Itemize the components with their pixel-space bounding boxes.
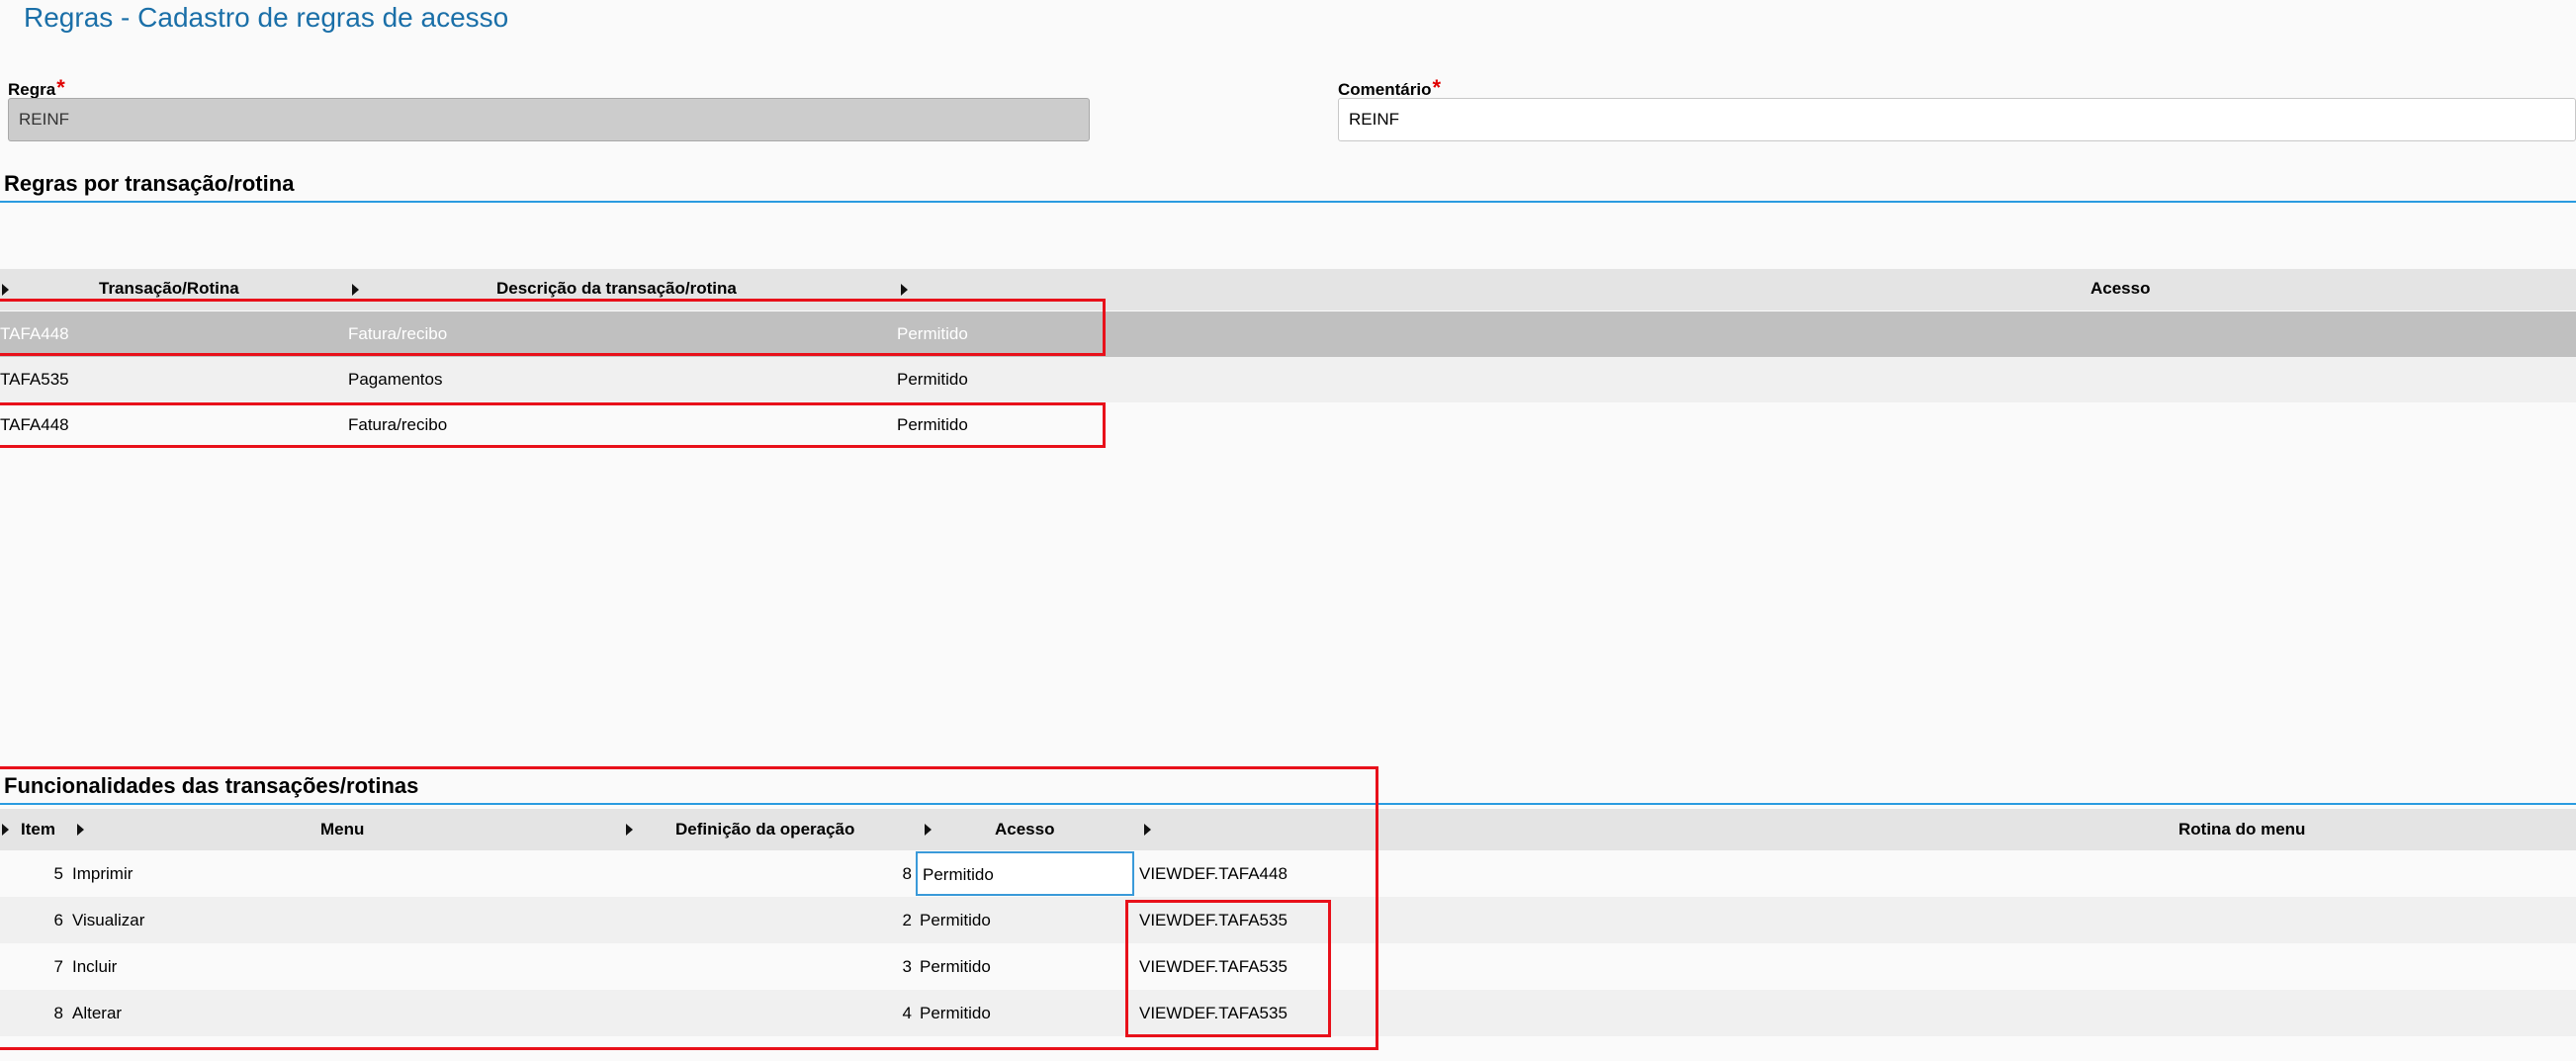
col-rotina[interactable]: Rotina do menu bbox=[2178, 820, 2305, 840]
rules-section-title: Regras por transação/rotina bbox=[4, 171, 295, 196]
func-grid-header: Item Menu Definição da operação Acesso R… bbox=[0, 809, 2576, 850]
required-mark: * bbox=[1432, 75, 1442, 100]
col-acesso[interactable]: Acesso bbox=[2090, 279, 2150, 299]
cell-transacao: TAFA535 bbox=[0, 370, 69, 389]
sort-arrow-icon[interactable] bbox=[2, 824, 9, 836]
func-section-title: Funcionalidades das transações/rotinas bbox=[4, 773, 419, 798]
func-section-divider bbox=[0, 803, 2576, 805]
cell-descricao: Fatura/recibo bbox=[348, 415, 448, 434]
cell-definicao: 3 bbox=[902, 957, 912, 976]
table-row[interactable]: TAFA448 Fatura/recibo Permitido bbox=[0, 311, 2576, 357]
cell-rotina: VIEWDEF.TAFA535 bbox=[1139, 911, 1288, 929]
cell-definicao: 4 bbox=[902, 1004, 912, 1022]
col-item[interactable]: Item bbox=[21, 820, 55, 840]
cell-acesso: Permitido bbox=[897, 415, 968, 434]
cell-item: 7 bbox=[53, 957, 63, 976]
sort-arrow-icon[interactable] bbox=[352, 284, 359, 296]
acesso-cell-editor[interactable]: Permitido bbox=[916, 851, 1134, 896]
rules-section-divider bbox=[0, 201, 2576, 203]
cell-menu: Visualizar bbox=[72, 911, 145, 929]
cell-item: 5 bbox=[53, 864, 63, 883]
sort-arrow-icon[interactable] bbox=[1144, 824, 1151, 836]
sort-arrow-icon[interactable] bbox=[2, 284, 9, 296]
table-row[interactable]: TAFA535 Pagamentos Permitido bbox=[0, 357, 2576, 402]
cell-rotina: VIEWDEF.TAFA535 bbox=[1139, 1004, 1288, 1022]
table-row[interactable]: TAFA448 Fatura/recibo Permitido bbox=[0, 402, 2576, 448]
table-row[interactable]: 5 Imprimir 8 Permitido VIEWDEF.TAFA448 bbox=[0, 850, 2576, 897]
page-title: Regras - Cadastro de regras de acesso bbox=[24, 2, 509, 33]
table-row[interactable]: 6 Visualizar 2 Permitido VIEWDEF.TAFA535 bbox=[0, 897, 2576, 943]
cell-item: 8 bbox=[53, 1004, 63, 1022]
col-descricao[interactable]: Descrição da transação/rotina bbox=[496, 279, 737, 299]
cell-descricao: Pagamentos bbox=[348, 370, 443, 389]
sort-arrow-icon[interactable] bbox=[925, 824, 932, 836]
col-acesso[interactable]: Acesso bbox=[995, 820, 1054, 840]
cell-menu: Alterar bbox=[72, 1004, 123, 1022]
rules-grid-header: Transação/Rotina Descrição da transação/… bbox=[0, 269, 2576, 310]
cell-acesso: Permitido bbox=[920, 911, 991, 929]
cell-transacao: TAFA448 bbox=[0, 415, 69, 434]
cell-menu: Incluir bbox=[72, 957, 118, 976]
sort-arrow-icon[interactable] bbox=[626, 824, 633, 836]
cell-menu: Imprimir bbox=[72, 864, 133, 883]
col-transacao[interactable]: Transação/Rotina bbox=[99, 279, 239, 299]
cell-acesso: Permitido bbox=[897, 324, 968, 343]
cell-item: 6 bbox=[53, 911, 63, 929]
cell-acesso: Permitido bbox=[920, 1004, 991, 1022]
cell-acesso: Permitido bbox=[923, 865, 994, 884]
comentario-input[interactable] bbox=[1338, 98, 2576, 141]
cell-definicao: 2 bbox=[902, 911, 912, 929]
required-mark: * bbox=[56, 75, 65, 100]
cell-acesso: Permitido bbox=[897, 370, 968, 389]
cell-acesso: Permitido bbox=[920, 957, 991, 976]
cell-rotina: VIEWDEF.TAFA535 bbox=[1139, 957, 1288, 976]
sort-arrow-icon[interactable] bbox=[901, 284, 908, 296]
regra-input[interactable] bbox=[8, 98, 1090, 141]
sort-arrow-icon[interactable] bbox=[77, 824, 84, 836]
cell-rotina: VIEWDEF.TAFA448 bbox=[1139, 864, 1288, 883]
col-definicao[interactable]: Definição da operação bbox=[675, 820, 854, 840]
cell-transacao: TAFA448 bbox=[0, 324, 69, 343]
cell-descricao: Fatura/recibo bbox=[348, 324, 448, 343]
table-row[interactable]: 7 Incluir 3 Permitido VIEWDEF.TAFA535 bbox=[0, 943, 2576, 990]
col-menu[interactable]: Menu bbox=[320, 820, 364, 840]
cell-definicao: 8 bbox=[902, 864, 912, 883]
table-row[interactable]: 8 Alterar 4 Permitido VIEWDEF.TAFA535 bbox=[0, 990, 2576, 1036]
